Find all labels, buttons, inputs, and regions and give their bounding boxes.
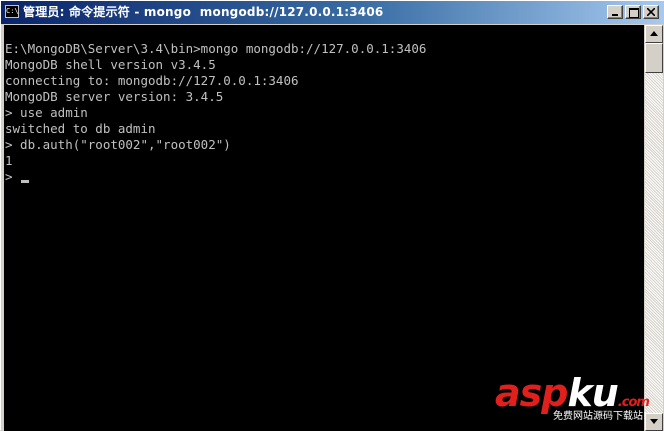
scroll-thumb[interactable] bbox=[645, 43, 663, 73]
console-line: E:\MongoDB\Server\3.4\bin>mongo mongodb:… bbox=[5, 41, 427, 56]
console-line: connecting to: mongodb://127.0.0.1:3406 bbox=[5, 73, 299, 88]
console-line: MongoDB server version: 3.4.5 bbox=[5, 89, 224, 104]
arrow-up-icon bbox=[650, 31, 658, 36]
text-cursor bbox=[21, 180, 29, 183]
console-line: MongoDB shell version v3.4.5 bbox=[5, 57, 216, 72]
close-icon bbox=[647, 8, 655, 16]
console-line: > db.auth("root002","root002") bbox=[5, 137, 231, 152]
close-button[interactable] bbox=[643, 5, 659, 19]
maximize-button[interactable] bbox=[625, 5, 641, 19]
console-line: > use admin bbox=[5, 105, 88, 120]
command-prompt-window: C:\ 管理员: 命令提示符 - mongo mongodb://127.0.0… bbox=[0, 0, 664, 431]
watermark-tagline: 免费网站源码下载站! bbox=[553, 411, 648, 422]
title-bar[interactable]: C:\ 管理员: 命令提示符 - mongo mongodb://127.0.0… bbox=[1, 1, 664, 24]
console-line: 1 bbox=[5, 153, 13, 168]
console-line: switched to db admin bbox=[5, 121, 156, 136]
watermark-logo: aspku.com 免费网站源码下载站! bbox=[495, 371, 663, 427]
window-title: 管理员: 命令提示符 - mongo mongodb://127.0.0.1:3… bbox=[23, 5, 384, 19]
scroll-up-button[interactable] bbox=[645, 25, 663, 43]
cmd-app-icon[interactable]: C:\ bbox=[5, 5, 19, 18]
minimize-button[interactable] bbox=[607, 5, 623, 19]
prompt-line[interactable]: > bbox=[5, 169, 20, 185]
